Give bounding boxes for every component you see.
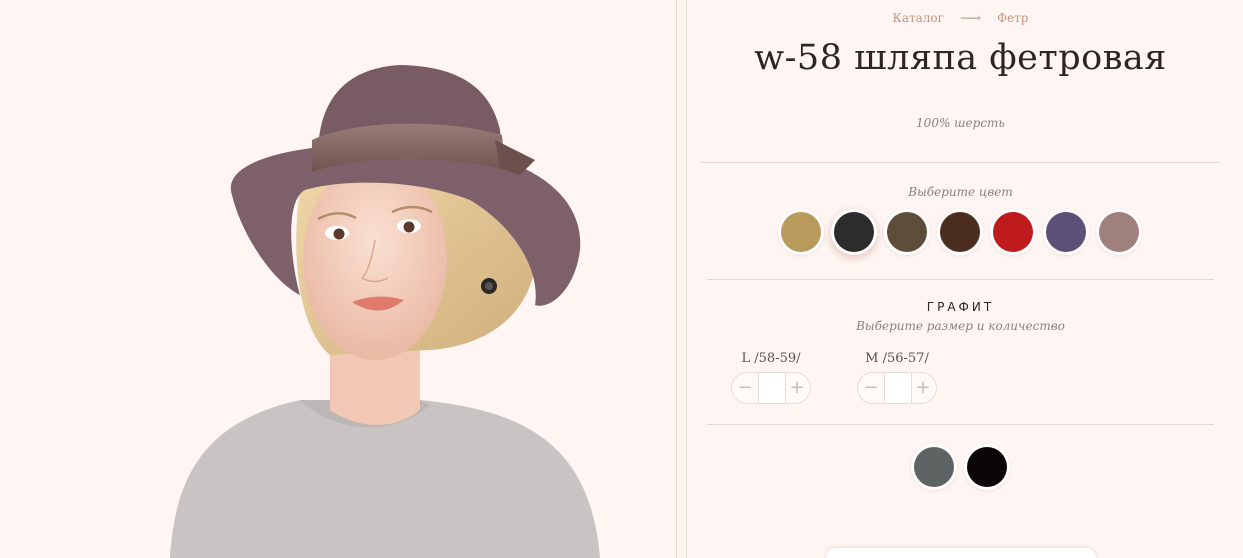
color-swatch[interactable] <box>1099 212 1139 252</box>
choose-size-label: Выберите размер и количество <box>856 319 1065 333</box>
color-swatch[interactable] <box>993 212 1033 252</box>
model-with-hat-image <box>170 65 600 558</box>
quantity-stepper-l: − + <box>731 372 811 404</box>
breadcrumb-felt-link[interactable]: Фетр <box>997 11 1028 25</box>
color-swatch[interactable] <box>1046 212 1086 252</box>
color-swatch[interactable] <box>940 212 980 252</box>
add-to-cart-button[interactable] <box>826 548 1096 558</box>
breadcrumb-catalog-link[interactable]: Каталог <box>893 11 944 25</box>
color-swatch[interactable] <box>834 212 874 252</box>
decrease-button[interactable]: − <box>732 373 758 403</box>
color-swatch[interactable] <box>781 212 821 252</box>
choose-color-label: Выберите цвет <box>908 185 1013 199</box>
product-title: w-58 шляпа фетровая <box>754 38 1167 78</box>
size-label-l: L /58-59/ <box>741 351 801 366</box>
increase-button[interactable]: + <box>784 373 810 403</box>
quantity-input[interactable] <box>758 373 786 403</box>
selected-color-name: ГРАФИТ <box>926 300 995 314</box>
section-divider <box>707 424 1214 425</box>
panel-divider <box>686 0 687 558</box>
product-material: 100% шерсть <box>916 116 1005 130</box>
section-divider <box>701 162 1220 163</box>
quantity-input[interactable] <box>884 373 912 403</box>
product-photo <box>0 0 676 558</box>
color-swatch[interactable] <box>887 212 927 252</box>
arrow-right-icon: ⟶ <box>959 9 982 27</box>
size-label-m: M /56-57/ <box>865 351 929 366</box>
product-info-panel: Каталог ⟶ Фетр w-58 шляпа фетровая 100% … <box>688 0 1243 558</box>
quantity-stepper-m: − + <box>857 372 937 404</box>
increase-button[interactable]: + <box>910 373 936 403</box>
color-swatch[interactable] <box>914 447 954 487</box>
panel-divider <box>676 0 677 558</box>
section-divider <box>707 279 1214 280</box>
breadcrumb: Каталог ⟶ Фетр <box>688 9 1233 27</box>
decrease-button[interactable]: − <box>858 373 884 403</box>
color-swatch[interactable] <box>967 447 1007 487</box>
